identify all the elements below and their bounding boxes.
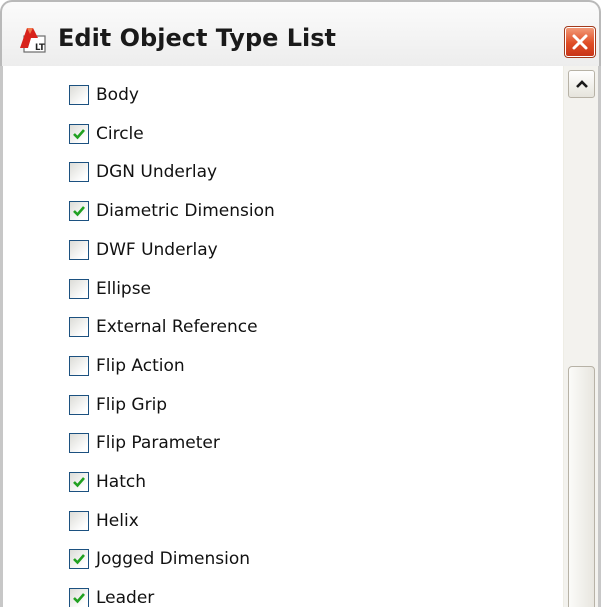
scroll-up-button[interactable]: [568, 70, 595, 98]
edit-object-type-list-dialog: LT Edit Object Type List Body Circle DGN U…: [0, 0, 601, 607]
list-item[interactable]: Flip Parameter: [65, 428, 545, 458]
checkbox-checked[interactable]: [69, 201, 89, 222]
checkbox-unchecked[interactable]: [69, 278, 89, 299]
dialog-title: Edit Object Type List: [58, 24, 337, 52]
svg-text:LT: LT: [35, 43, 45, 53]
list-item-label: Body: [96, 85, 139, 105]
list-item[interactable]: Flip Action: [65, 351, 545, 381]
title-bar[interactable]: LT Edit Object Type List: [0, 0, 601, 66]
list-item[interactable]: Body: [65, 80, 545, 110]
chevron-up-icon: [576, 80, 588, 88]
checkmark-icon: [73, 206, 85, 217]
list-item-label: Hatch: [96, 472, 146, 492]
checkbox-unchecked[interactable]: [69, 239, 89, 260]
list-item-label: Diametric Dimension: [96, 201, 275, 222]
list-item[interactable]: DGN Underlay: [65, 157, 545, 187]
list-item-label: DWF Underlay: [96, 239, 218, 260]
checkmark-icon: [73, 593, 85, 604]
list-item[interactable]: Circle: [65, 119, 545, 149]
checkbox-unchecked[interactable]: [69, 85, 89, 105]
checkbox-unchecked[interactable]: [69, 355, 89, 376]
list-item-label: Helix: [96, 510, 139, 531]
list-item[interactable]: DWF Underlay: [65, 235, 545, 265]
list-item[interactable]: Helix: [65, 506, 545, 536]
checkbox-unchecked[interactable]: [69, 394, 89, 415]
list-item[interactable]: Ellipse: [65, 274, 545, 304]
list-item-label: Circle: [96, 123, 144, 144]
checkmark-icon: [73, 554, 85, 565]
autocad-lt-icon: LT: [18, 26, 46, 53]
list-item-label: DGN Underlay: [96, 162, 218, 183]
list-item[interactable]: Jogged Dimension: [65, 544, 545, 574]
list-item[interactable]: Leader: [65, 583, 545, 607]
checkbox-unchecked[interactable]: [69, 317, 89, 338]
object-type-list[interactable]: Body Circle DGN Underlay Diametric Dimensio…: [3, 66, 563, 607]
close-button[interactable]: [564, 26, 596, 58]
list-item-label: Ellipse: [96, 278, 152, 299]
list-item[interactable]: Flip Grip: [65, 390, 545, 420]
checkbox-unchecked[interactable]: [69, 433, 89, 454]
scroll-thumb[interactable]: [568, 366, 595, 607]
checkmark-icon: [73, 477, 85, 488]
checkbox-checked[interactable]: [69, 472, 89, 492]
checkbox-checked[interactable]: [69, 549, 89, 570]
list-item-label: Flip Action: [96, 355, 185, 376]
close-icon: [572, 34, 588, 50]
vertical-scrollbar[interactable]: [563, 66, 598, 607]
list-item-label: Jogged Dimension: [96, 549, 251, 570]
list-item[interactable]: External Reference: [65, 312, 545, 342]
list-item-label: Flip Grip: [96, 394, 168, 415]
list-item-label: Leader: [96, 588, 155, 607]
checkbox-checked[interactable]: [69, 588, 89, 607]
list-item-label: Flip Parameter: [96, 433, 220, 454]
checkmark-icon: [73, 128, 85, 140]
checkbox-unchecked[interactable]: [69, 162, 89, 183]
list-item[interactable]: Hatch: [65, 467, 545, 497]
checkbox-checked[interactable]: [69, 123, 89, 144]
list-item[interactable]: Diametric Dimension: [65, 196, 545, 226]
checkbox-unchecked[interactable]: [69, 510, 89, 531]
list-item-label: External Reference: [96, 317, 258, 338]
